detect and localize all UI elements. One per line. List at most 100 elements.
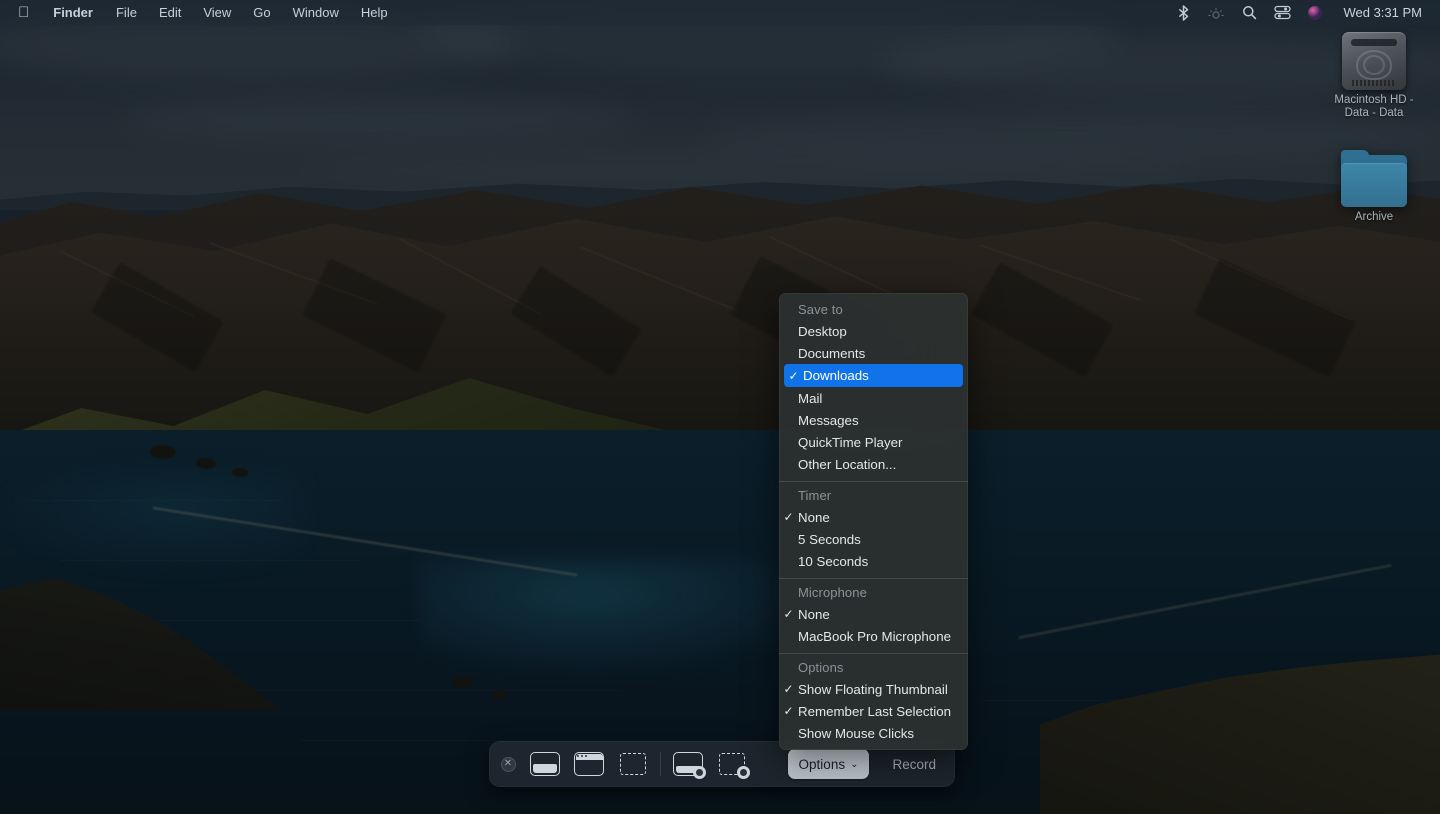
menu-item-desktop[interactable]: Desktop — [779, 320, 968, 342]
menu-item-go[interactable]: Go — [242, 0, 281, 25]
record-button[interactable]: Record — [878, 749, 950, 779]
menu-item-messages[interactable]: Messages — [779, 409, 968, 431]
selection-record-icon — [717, 752, 747, 776]
capture-mode-group — [523, 741, 655, 787]
siri-icon[interactable] — [1300, 0, 1330, 25]
desktop-icon-macintosh-hd-data[interactable]: Macintosh HD - Data - Data — [1322, 32, 1426, 120]
checkmark-icon: ✓ — [779, 682, 798, 696]
menu-item-mail[interactable]: Mail — [779, 387, 968, 409]
desktop-icon-archive[interactable]: Archive — [1322, 155, 1426, 224]
menu-bar-status-area: Wed 3:31 PM — [1168, 0, 1440, 25]
toolbar-divider — [660, 752, 661, 776]
menu-bar:  Finder File Edit View Go Window Help — [0, 0, 1440, 25]
options-button-label: Options — [799, 757, 846, 772]
menu-item-label: Remember Last Selection — [798, 704, 951, 719]
wallpaper-rock — [232, 468, 248, 477]
checkmark-icon: ✓ — [779, 510, 798, 524]
menu-separator — [779, 481, 968, 482]
menu-item-quicktime-player[interactable]: QuickTime Player — [779, 431, 968, 453]
menu-bar-clock[interactable]: Wed 3:31 PM — [1333, 5, 1426, 20]
menu-item-help[interactable]: Help — [350, 0, 399, 25]
menu-item-label: Documents — [798, 346, 865, 361]
menu-item-remember-last-selection[interactable]: ✓ Remember Last Selection — [779, 700, 968, 722]
chevron-down-icon: ⌄ — [850, 760, 858, 770]
wallpaper-rock — [150, 445, 176, 459]
menu-separator — [779, 653, 968, 654]
options-dropdown-menu: Save to Desktop Documents ✓ Downloads Ma… — [779, 293, 968, 750]
checkmark-icon: ✓ — [779, 607, 798, 621]
menu-item-label: Mail — [798, 391, 822, 406]
menu-item-view[interactable]: View — [192, 0, 242, 25]
wallpaper-ocean-shallow — [420, 560, 840, 680]
menu-group-microphone: Microphone ✓ None MacBook Pro Microphone — [779, 581, 968, 647]
capture-selected-window-button[interactable] — [567, 741, 611, 787]
record-entire-screen-button[interactable] — [666, 741, 710, 787]
wallpaper-rock — [196, 458, 216, 469]
menu-group-save-to: Save to Desktop Documents ✓ Downloads Ma… — [779, 298, 968, 475]
menu-item-label: None — [798, 607, 830, 622]
menu-item-label: Downloads — [803, 368, 869, 383]
menu-item-finder[interactable]: Finder — [41, 0, 105, 25]
record-mode-group — [666, 741, 754, 787]
menu-item-timer-10-seconds[interactable]: 10 Seconds — [779, 550, 968, 572]
screen-icon — [530, 752, 560, 776]
desktop-icon-label: Archive — [1355, 211, 1393, 224]
wallpaper-ocean-shallow — [0, 470, 300, 570]
wallpaper-rock — [492, 690, 508, 699]
menu-item-file[interactable]: File — [105, 0, 148, 25]
menu-item-label: Show Mouse Clicks — [798, 726, 914, 741]
menu-item-macbook-pro-microphone[interactable]: MacBook Pro Microphone — [779, 625, 968, 647]
menu-item-label: 5 Seconds — [798, 532, 861, 547]
menu-item-documents[interactable]: Documents — [779, 342, 968, 364]
window-icon — [574, 752, 604, 776]
screen-record-icon — [673, 752, 703, 776]
hard-drive-icon — [1342, 32, 1406, 90]
capture-selected-portion-button[interactable] — [611, 741, 655, 787]
checkmark-icon: ✓ — [779, 704, 798, 718]
capture-entire-screen-button[interactable] — [523, 741, 567, 787]
menu-item-label: Desktop — [798, 324, 847, 339]
options-button[interactable]: Options ⌄ — [788, 749, 870, 779]
record-selected-portion-button[interactable] — [710, 741, 754, 787]
menu-item-downloads[interactable]: ✓ Downloads — [784, 364, 963, 387]
close-toolbar-button[interactable]: ✕ — [489, 741, 523, 787]
toolbar-actions: Options ⌄ Record — [788, 749, 955, 779]
menu-group-timer: Timer ✓ None 5 Seconds 10 Seconds — [779, 484, 968, 572]
control-center-icon[interactable] — [1267, 0, 1297, 25]
menu-group-title: Timer — [779, 484, 968, 506]
menu-item-show-floating-thumbnail[interactable]: ✓ Show Floating Thumbnail — [779, 678, 968, 700]
menu-group-title: Microphone — [779, 581, 968, 603]
menu-bar-left:  Finder File Edit View Go Window Help — [0, 0, 399, 25]
hard-drive-vents — [1352, 80, 1396, 86]
bluetooth-icon[interactable] — [1168, 0, 1198, 25]
desktop-icon-label: Macintosh HD - Data - Data — [1322, 94, 1426, 120]
menu-item-other-location[interactable]: Other Location... — [779, 453, 968, 475]
selection-icon — [618, 752, 648, 776]
hard-drive-disc-inner — [1363, 55, 1385, 75]
menu-item-microphone-none[interactable]: ✓ None — [779, 603, 968, 625]
menu-item-timer-5-seconds[interactable]: 5 Seconds — [779, 528, 968, 550]
menu-item-timer-none[interactable]: ✓ None — [779, 506, 968, 528]
apple-menu-icon[interactable]:  — [0, 5, 41, 20]
menu-item-window[interactable]: Window — [282, 0, 350, 25]
menu-group-title: Save to — [779, 298, 968, 320]
spotlight-search-icon[interactable] — [1234, 0, 1264, 25]
menu-item-edit[interactable]: Edit — [148, 0, 192, 25]
display-status-icon[interactable] — [1201, 0, 1231, 25]
desktop-wallpaper — [0, 0, 1440, 814]
menu-item-label: Messages — [798, 413, 859, 428]
wallpaper-cloud — [300, 150, 1200, 184]
menu-item-label: MacBook Pro Microphone — [798, 629, 951, 644]
menu-group-title: Options — [779, 656, 968, 678]
folder-icon — [1341, 155, 1407, 207]
wallpaper-cloud — [120, 96, 640, 140]
hard-drive-slot — [1351, 39, 1397, 46]
menu-group-options: Options ✓ Show Floating Thumbnail ✓ Reme… — [779, 656, 968, 744]
menu-item-label: None — [798, 510, 830, 525]
close-icon: ✕ — [501, 757, 516, 772]
checkmark-icon: ✓ — [784, 369, 803, 383]
folder-front — [1341, 163, 1407, 207]
menu-item-label: Show Floating Thumbnail — [798, 682, 948, 697]
menu-item-show-mouse-clicks[interactable]: Show Mouse Clicks — [779, 722, 968, 744]
menu-item-label: 10 Seconds — [798, 554, 868, 569]
